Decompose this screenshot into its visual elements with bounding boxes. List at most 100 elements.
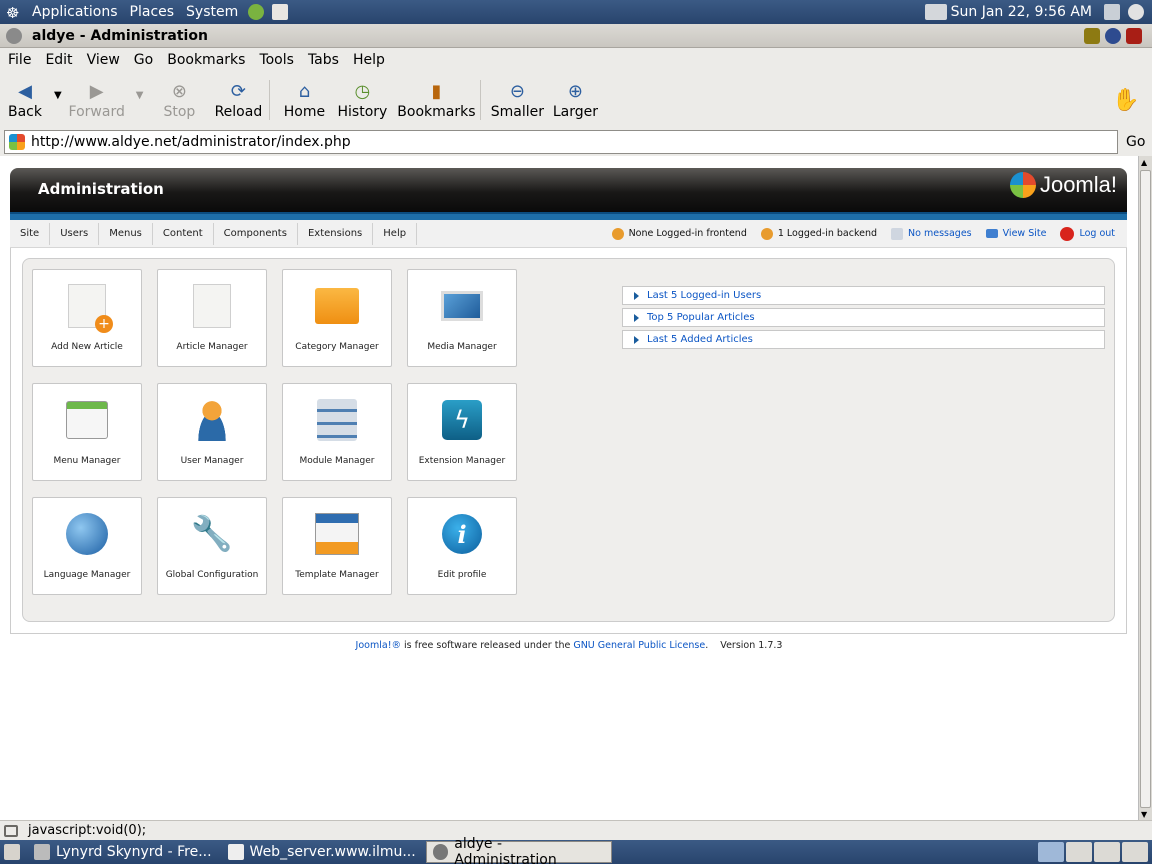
vertical-scrollbar[interactable]: ▲ ▼ (1138, 156, 1152, 820)
expand-arrow-icon (634, 335, 639, 344)
stop-button[interactable]: ⊗ Stop (159, 72, 199, 128)
category-manager-tile[interactable]: Category Manager (282, 269, 392, 367)
license-link[interactable]: GNU General Public License (573, 640, 705, 651)
logout-label: Log out (1079, 228, 1115, 239)
admin-menu-help[interactable]: Help (373, 222, 418, 245)
panel-top-popular-articles[interactable]: Top 5 Popular Articles (622, 308, 1105, 327)
tile-label: Edit profile (437, 570, 487, 580)
media-manager-tile[interactable]: Media Manager (407, 269, 517, 367)
reload-label: Reload (214, 104, 263, 120)
tile-label: Language Manager (43, 570, 131, 580)
admin-menu-components[interactable]: Components (214, 222, 298, 245)
menu-bookmarks[interactable]: Bookmarks (167, 52, 245, 68)
maximize-icon[interactable] (1105, 27, 1121, 44)
show-desktop-icon[interactable] (4, 844, 20, 860)
header-accent-bar (10, 212, 1127, 220)
gnome-throbber-icon: ✋ (1112, 87, 1140, 113)
menu-edit[interactable]: Edit (45, 52, 72, 68)
clock[interactable]: Sun Jan 22, 9:56 AM (951, 4, 1092, 20)
admin-menu-menus[interactable]: Menus (99, 222, 153, 245)
document-app-icon (227, 844, 244, 860)
mail-launcher-icon[interactable] (272, 4, 289, 20)
browser-launcher-icon[interactable] (248, 4, 265, 20)
back-history-dropdown-icon[interactable]: ▼ (54, 90, 62, 101)
epiphany-app-icon (6, 27, 22, 44)
tile-label: Module Manager (299, 456, 375, 466)
places-menu[interactable]: Places (124, 4, 181, 20)
browser-app-icon (432, 844, 449, 860)
zoom-out-button[interactable]: ⊖ Smaller (491, 72, 544, 128)
scroll-up-icon[interactable]: ▲ (1141, 158, 1147, 167)
view-site-link[interactable]: View Site (985, 228, 1046, 239)
menu-tools[interactable]: Tools (259, 52, 294, 68)
admin-menu-users[interactable]: Users (50, 222, 100, 245)
taskbar-item-browser[interactable]: aldye - Administration (425, 836, 612, 864)
menu-file[interactable]: File (8, 52, 31, 68)
forward-history-dropdown-icon[interactable]: ▼ (136, 90, 144, 101)
panel-last-added-articles[interactable]: Last 5 Added Articles (622, 330, 1105, 349)
back-button[interactable]: ◀ Back (8, 72, 42, 128)
admin-menu-extensions[interactable]: Extensions (298, 222, 374, 245)
global-configuration-tile[interactable]: 🔧 Global Configuration (157, 497, 267, 595)
joomla-logo[interactable]: Joomla! (1009, 172, 1117, 198)
joomla-link[interactable]: Joomla!® (356, 640, 401, 651)
menu-manager-tile[interactable]: Menu Manager (32, 383, 142, 481)
extension-manager-tile[interactable]: ϟ Extension Manager (407, 383, 517, 481)
tile-label: Category Manager (295, 342, 379, 352)
system-menu[interactable]: System (180, 4, 244, 20)
menu-view[interactable]: View (87, 52, 120, 68)
menu-tabs[interactable]: Tabs (308, 52, 339, 68)
user-manager-tile[interactable]: User Manager (157, 383, 267, 481)
language-manager-tile[interactable]: Language Manager (32, 497, 142, 595)
gnome-foot-icon[interactable]: ☸ (6, 4, 22, 22)
module-icon (313, 396, 361, 444)
template-manager-tile[interactable]: Template Manager (282, 497, 392, 595)
joomla-header: Administration Joomla! (10, 168, 1127, 212)
reload-button[interactable]: ⟳ Reload (213, 72, 263, 128)
bookmarks-button[interactable]: ▮ Bookmarks (397, 72, 475, 128)
media-icon (438, 282, 486, 330)
logout-link[interactable]: Log out (1060, 226, 1115, 241)
backend-users-status: 1 Logged-in backend (760, 227, 877, 240)
gnome-top-panel: ☸ Applications Places System Sun Jan 22,… (0, 0, 1152, 24)
admin-menu-site[interactable]: Site (10, 222, 51, 245)
menu-go[interactable]: Go (134, 52, 153, 68)
messages-link[interactable]: No messages (891, 227, 972, 240)
article-manager-tile[interactable]: Article Manager (157, 269, 267, 367)
admin-menu-content[interactable]: Content (153, 222, 214, 245)
module-manager-tile[interactable]: Module Manager (282, 383, 392, 481)
add-new-article-tile[interactable]: + Add New Article (32, 269, 142, 367)
scroll-down-icon[interactable]: ▼ (1141, 810, 1147, 819)
applications-menu[interactable]: Applications (26, 4, 124, 20)
version-text: . Version 1.7.3 (705, 640, 783, 651)
taskbar-item-music[interactable]: Lynyrd Skynyrd - Fre... (28, 841, 218, 863)
workspace-4[interactable] (1122, 842, 1148, 862)
footer-text: is free software released under the (401, 640, 574, 651)
go-button[interactable]: Go (1126, 134, 1145, 150)
network-icon[interactable] (924, 4, 947, 20)
url-input[interactable]: http://www.aldye.net/administrator/index… (4, 130, 1118, 154)
volume-icon[interactable] (1104, 4, 1120, 20)
panel-last-logged-in-users[interactable]: Last 5 Logged-in Users (622, 286, 1105, 305)
zoom-out-icon: ⊖ (509, 80, 525, 102)
stop-label: Stop (163, 104, 196, 120)
home-button[interactable]: ⌂ Home (282, 72, 326, 128)
workspace-2[interactable] (1066, 842, 1092, 862)
edit-profile-tile[interactable]: i Edit profile (407, 497, 517, 595)
tile-label: Add New Article (51, 342, 123, 352)
zoom-in-button[interactable]: ⊕ Larger (551, 72, 599, 128)
menu-help[interactable]: Help (353, 52, 385, 68)
close-icon[interactable] (1126, 27, 1142, 44)
update-icon[interactable] (1128, 4, 1144, 20)
taskbar-item-document[interactable]: Web_server.www.ilmu... (222, 841, 422, 863)
forward-button[interactable]: ▶ Forward (68, 72, 126, 128)
window-title-bar[interactable]: aldye - Administration (0, 24, 1152, 48)
scrollbar-thumb[interactable] (1140, 170, 1151, 808)
workspace-3[interactable] (1094, 842, 1120, 862)
arrow-left-icon: ◀ (18, 80, 32, 102)
history-button[interactable]: ◷ History (336, 72, 388, 128)
forward-label: Forward (68, 104, 125, 120)
workspace-1[interactable] (1038, 842, 1064, 862)
tile-label: Extension Manager (418, 456, 506, 466)
minimize-icon[interactable] (1084, 27, 1100, 44)
